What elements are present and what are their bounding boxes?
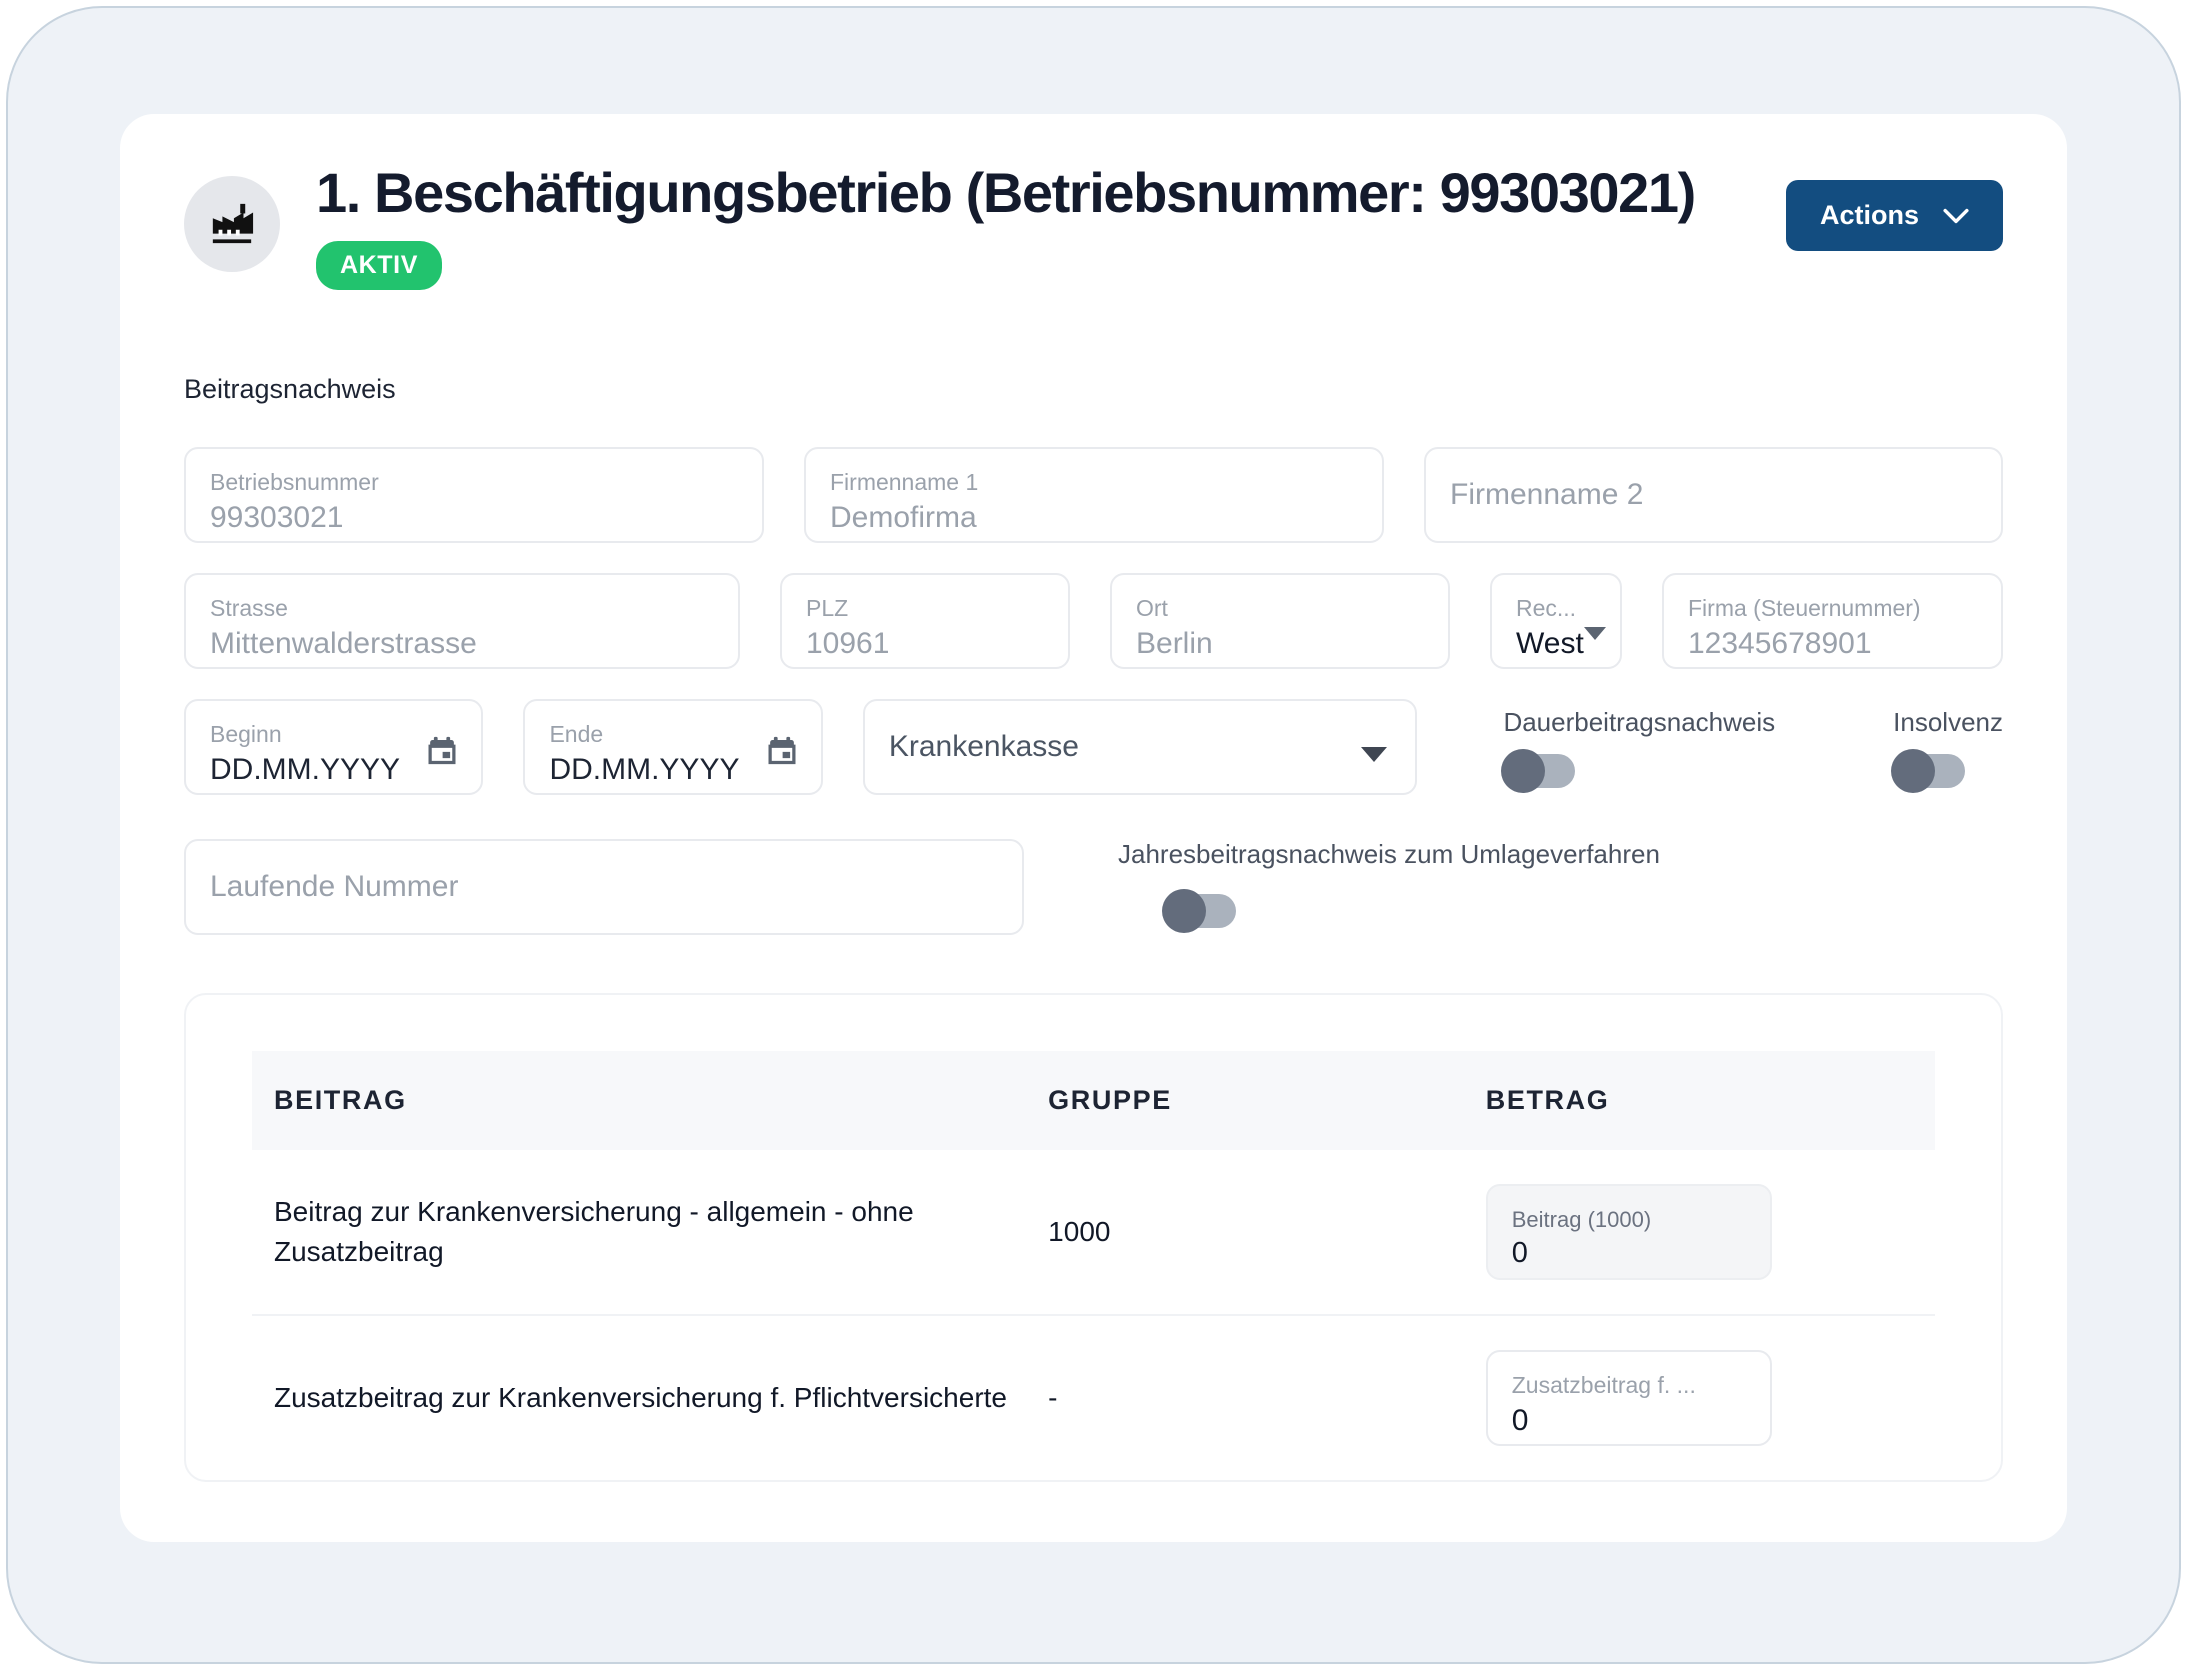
steuernummer-value: 12345678901 xyxy=(1688,626,1872,660)
form-row-3: Beginn DD.MM.YYYY Ende DD.MM.YYYY Kranke… xyxy=(184,698,2003,795)
beitrag-table: BEITRAG GRUPPE BETRAG Beitrag zur Kranke… xyxy=(252,1050,1935,1480)
steuernummer-field[interactable]: Firma (Steuernummer) 12345678901 xyxy=(1662,572,2003,669)
jahresbeitragsnachweis-switch[interactable] xyxy=(1162,888,1236,933)
beginn-value: DD.MM.YYYY xyxy=(210,752,401,786)
ende-label: Ende xyxy=(549,721,604,747)
firmenname2-placeholder: Firmenname 2 xyxy=(1450,478,1644,512)
dauerbeitragsnachweis-switch[interactable] xyxy=(1501,748,1576,793)
betrag-input-value: 0 xyxy=(1511,1236,1528,1269)
rechtskreis-label: Rec... xyxy=(1516,595,1577,621)
ende-value: DD.MM.YYYY xyxy=(549,752,740,786)
jahresbeitragsnachweis-toggle-group: Jahresbeitragsnachweis zum Umlageverfahr… xyxy=(1118,838,1660,933)
firmenname2-field[interactable]: Firmenname 2 xyxy=(1424,446,2003,543)
betrag-input-field[interactable]: Zusatzbeitrag f. ... 0 xyxy=(1485,1349,1772,1446)
cell-betrag: Zusatzbeitrag f. ... 0 xyxy=(1464,1315,1935,1480)
column-header-beitrag: BEITRAG xyxy=(252,1050,1027,1150)
plz-label: PLZ xyxy=(806,595,849,621)
section-title: Beitragsnachweis xyxy=(184,373,396,404)
betriebsnummer-field[interactable]: Betriebsnummer 99303021 xyxy=(184,446,764,543)
switch-knob xyxy=(1162,888,1206,933)
calendar-icon[interactable] xyxy=(427,735,457,765)
column-header-gruppe: GRUPPE xyxy=(1026,1050,1464,1150)
cell-beitrag: Zusatzbeitrag zur Krankenversicherung f.… xyxy=(274,1381,1007,1413)
laufende-nummer-placeholder: Laufende Nummer xyxy=(210,870,459,904)
strasse-value: Mittenwalderstrasse xyxy=(210,626,477,660)
steuernummer-label: Firma (Steuernummer) xyxy=(1688,595,1921,621)
ende-date-field[interactable]: Ende DD.MM.YYYY xyxy=(523,698,823,795)
app-card: 1. Beschäftigungsbetrieb (Betriebsnummer… xyxy=(120,114,2067,1542)
chevron-down-icon xyxy=(1361,746,1388,762)
plz-value: 10961 xyxy=(806,626,890,660)
page-title: 1. Beschäftigungsbetrieb (Betriebsnummer… xyxy=(316,161,1696,224)
betrag-input-field[interactable]: Beitrag (1000) 0 xyxy=(1485,1183,1772,1280)
cell-beitrag: Beitrag zur Krankenversicherung - allgem… xyxy=(252,1149,1027,1316)
ort-value: Berlin xyxy=(1136,626,1213,660)
cell-gruppe: - xyxy=(1048,1381,1058,1413)
laufende-nummer-field[interactable]: Laufende Nummer xyxy=(184,838,1024,935)
beitrag-table-card: BEITRAG GRUPPE BETRAG Beitrag zur Kranke… xyxy=(184,992,2003,1482)
dauerbeitragsnachweis-label: Dauerbeitragsnachweis xyxy=(1503,706,1776,737)
page-header: 1. Beschäftigungsbetrieb (Betriebsnummer… xyxy=(120,114,2067,290)
betrag-input-label: Zusatzbeitrag f. ... xyxy=(1511,1372,1696,1398)
strasse-field[interactable]: Strasse Mittenwalderstrasse xyxy=(184,572,740,669)
jahresbeitragsnachweis-label: Jahresbeitragsnachweis zum Umlageverfahr… xyxy=(1118,838,1660,869)
insolvenz-toggle-group: Insolvenz xyxy=(1891,706,2003,793)
betriebsnummer-value: 99303021 xyxy=(210,500,344,534)
plz-field[interactable]: PLZ 10961 xyxy=(780,572,1070,669)
actions-button-label: Actions xyxy=(1819,200,1919,230)
status-badge: AKTIV xyxy=(316,240,442,290)
form-row-2: Strasse Mittenwalderstrasse PLZ 10961 Or… xyxy=(184,572,2003,669)
chevron-down-icon xyxy=(1943,208,1969,223)
insolvenz-switch[interactable] xyxy=(1891,748,1966,793)
beginn-date-field[interactable]: Beginn DD.MM.YYYY xyxy=(184,698,484,795)
dauerbeitragsnachweis-toggle-group: Dauerbeitragsnachweis xyxy=(1501,706,1776,793)
betrag-input-label: Beitrag (1000) xyxy=(1511,1207,1652,1232)
form-row-1: Betriebsnummer 99303021 Firmenname 1 Dem… xyxy=(184,446,2003,543)
krankenkasse-value: Krankenkasse xyxy=(888,730,1079,764)
column-header-betrag: BETRAG xyxy=(1463,1050,1935,1150)
insolvenz-label: Insolvenz xyxy=(1893,706,2003,737)
beitragsnachweis-form: Betriebsnummer 99303021 Firmenname 1 Dem… xyxy=(120,446,2067,935)
krankenkasse-select[interactable]: Krankenkasse xyxy=(862,698,1418,795)
rechtskreis-select[interactable]: Rec... West xyxy=(1490,572,1622,669)
firmenname1-value: Demofirma xyxy=(830,500,977,534)
chevron-down-icon xyxy=(1584,626,1606,640)
switch-knob xyxy=(1501,748,1546,793)
table-row: Beitrag zur Krankenversicherung - allgem… xyxy=(252,1149,1935,1316)
firmenname1-field[interactable]: Firmenname 1 Demofirma xyxy=(804,446,1384,543)
strasse-label: Strasse xyxy=(210,595,288,621)
cell-betrag: Beitrag (1000) 0 xyxy=(1463,1149,1935,1316)
ort-field[interactable]: Ort Berlin xyxy=(1110,572,1450,669)
table-row: Zusatzbeitrag zur Krankenversicherung f.… xyxy=(252,1315,1935,1480)
table-header-row: BEITRAG GRUPPE BETRAG xyxy=(252,1050,1935,1150)
betriebsnummer-label: Betriebsnummer xyxy=(210,469,379,495)
ort-label: Ort xyxy=(1136,595,1168,621)
firmenname1-label: Firmenname 1 xyxy=(830,469,979,495)
form-row-4: Laufende Nummer Jahresbeitragsnachweis z… xyxy=(184,838,2003,935)
switch-knob xyxy=(1891,748,1936,793)
betrag-input-value: 0 xyxy=(1511,1403,1529,1437)
calendar-icon[interactable] xyxy=(767,735,797,765)
factory-icon xyxy=(184,176,280,272)
beginn-label: Beginn xyxy=(210,721,282,747)
actions-button[interactable]: Actions xyxy=(1785,180,2003,251)
cell-gruppe: 1000 xyxy=(1026,1149,1464,1316)
